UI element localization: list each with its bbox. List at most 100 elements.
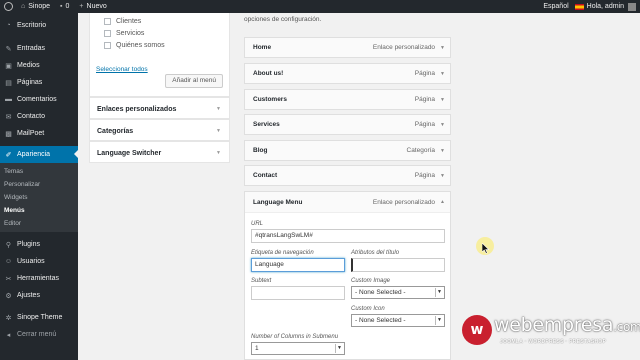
admin-sidebar: ◔ Escritorio ✎ Entradas ▣ Medios ▤ Páginas ▬… [0, 13, 78, 360]
page-option[interactable]: Servicios [90, 27, 229, 39]
page-option[interactable]: Quiénes somos [90, 39, 229, 51]
sidebar-item-label: Ajustes [17, 292, 40, 299]
accordion-custom-links[interactable]: Enlaces personalizados ▼ [89, 97, 230, 119]
sidebar-item-users[interactable]: ☺ Usuarios [0, 253, 78, 270]
wordpress-logo-icon[interactable] [4, 2, 13, 11]
sidebar-item-tools[interactable]: ✂ Herramientas [0, 270, 78, 287]
menu-item-customers[interactable]: Customers Página ▼ [244, 89, 451, 110]
accordion-categories[interactable]: Categorías ▼ [89, 119, 230, 141]
sidebar-item-sinope-theme[interactable]: ✲ Sinope Theme [0, 309, 78, 326]
caret-down-icon[interactable]: ▼ [440, 45, 445, 51]
subtext-field[interactable] [251, 286, 345, 300]
submenu-item-widgets[interactable]: Widgets [0, 191, 78, 204]
collapse-icon: ◂ [6, 331, 11, 339]
submenu-item-customize[interactable]: Personalizar [0, 178, 78, 191]
page-option[interactable]: Clientes [90, 15, 229, 27]
avatar[interactable] [628, 2, 636, 11]
sidebar-item-label: Cerrar menú [17, 331, 57, 338]
sidebar-item-contact[interactable]: ✉ Contacto [0, 108, 78, 125]
submenu-item-themes[interactable]: Temas [0, 165, 78, 178]
caret-down-icon: ▼ [216, 106, 221, 112]
caret-down-icon[interactable]: ▼ [440, 97, 445, 103]
appearance-submenu: Temas Personalizar Widgets Menús Editor [0, 163, 78, 232]
page-checkbox[interactable] [104, 41, 111, 49]
accordion-title: Categorías [97, 127, 134, 135]
brush-icon: ✐ [5, 151, 12, 159]
select-arrow-icon: ▼ [435, 316, 443, 325]
sidebar-item-plugins[interactable]: ⚲ Plugins [0, 236, 78, 253]
settings-icon: ⚙ [5, 292, 12, 300]
navigation-label-label: Etiqueta de navegación [251, 250, 314, 256]
menu-item-type: Enlace personalizado [372, 198, 436, 206]
page-option-label: Servicios [116, 29, 145, 37]
sidebar-item-posts[interactable]: ✎ Entradas [0, 40, 78, 57]
users-icon: ☺ [4, 258, 13, 265]
menu-item-contact[interactable]: Contact Página ▼ [244, 165, 451, 186]
url-label: URL [251, 221, 264, 227]
caret-down-icon[interactable]: ▼ [440, 148, 445, 154]
accordion-language-switcher[interactable]: Language Switcher ▼ [89, 141, 230, 163]
page-checkbox[interactable] [104, 29, 111, 37]
menu-structure-description: opciones de configuración. [244, 16, 322, 23]
media-icon: ▣ [5, 62, 12, 70]
submenu-columns-label: Number of Columns in Submenu [251, 334, 339, 340]
url-field[interactable]: #qtransLangSwLM# [251, 229, 445, 243]
caret-up-icon[interactable]: ▲ [440, 199, 445, 205]
spain-flag-icon[interactable] [574, 3, 584, 10]
sidebar-item-label: Escritorio [17, 22, 47, 29]
caret-down-icon[interactable]: ▼ [440, 71, 445, 77]
comments-link[interactable]: ▪ 0 [60, 3, 69, 10]
custom-image-select[interactable]: - None Selected - ▼ [351, 286, 445, 299]
submenu-item-menus[interactable]: Menús [0, 204, 78, 217]
site-name: Sinope [28, 3, 51, 10]
site-name-link[interactable]: ⌂ Sinope [21, 3, 50, 10]
menu-item-about[interactable]: About us! Página ▼ [244, 63, 451, 84]
menu-item-services[interactable]: Services Página ▼ [244, 114, 451, 135]
menu-item-type: Página [414, 70, 436, 77]
submenu-columns-value: 1 [255, 345, 259, 352]
sidebar-item-media[interactable]: ▣ Medios [0, 57, 78, 74]
account-greeting[interactable]: Hola, admin [587, 3, 624, 10]
select-all-link[interactable]: Seleccionar todos [96, 66, 148, 73]
menu-item-type: Enlace personalizado [372, 44, 436, 51]
select-arrow-icon: ▼ [435, 288, 443, 297]
menu-item-title: Language Menu [253, 198, 303, 206]
menu-item-title: Customers [253, 96, 287, 103]
submenu-columns-select[interactable]: 1 ▼ [251, 342, 345, 355]
sidebar-item-pages[interactable]: ▤ Páginas [0, 74, 78, 91]
custom-image-value: - None Selected - [355, 289, 406, 296]
menu-item-language-menu: Language Menu Enlace personalizado ▲ URL… [244, 191, 451, 360]
sidebar-item-label: Usuarios [17, 258, 45, 265]
home-icon: ⌂ [21, 3, 26, 10]
sidebar-item-settings[interactable]: ⚙ Ajustes [0, 287, 78, 304]
menu-item-home[interactable]: Home Enlace personalizado ▼ [244, 37, 451, 58]
sidebar-item-dashboard[interactable]: ◔ Escritorio [0, 17, 78, 34]
caret-down-icon[interactable]: ▼ [440, 122, 445, 128]
page-option-label: Quiénes somos [116, 41, 165, 49]
language-link[interactable]: Español [543, 3, 568, 10]
sidebar-item-appearance[interactable]: ✐ Apariencia [0, 146, 78, 163]
navigation-label-field[interactable]: Language [251, 258, 345, 272]
submenu-item-editor[interactable]: Editor [0, 217, 78, 230]
sidebar-item-comments[interactable]: ▬ Comentarios [0, 91, 78, 108]
custom-icon-select[interactable]: - None Selected - ▼ [351, 314, 445, 327]
custom-image-label: Custom Image [351, 278, 391, 284]
menu-item-header[interactable]: Language Menu Enlace personalizado ▲ [245, 192, 450, 213]
comment-bubble-icon: ▪ [60, 3, 63, 10]
admin-bar: ⌂ Sinope ▪ 0 + Nuevo Español Hola, admin [0, 0, 640, 13]
page-checkbox[interactable] [104, 17, 111, 25]
menu-item-title: About us! [253, 70, 284, 77]
sidebar-item-label: Contacto [17, 113, 46, 120]
add-to-menu-button[interactable]: Añadir al menú [165, 74, 223, 88]
tools-icon: ✂ [5, 275, 12, 283]
caret-down-icon[interactable]: ▼ [440, 173, 445, 179]
pages-panel: Clientes Servicios Quiénes somos Selecci… [89, 13, 230, 97]
webempresa-watermark: w webempresa.com JOOMLA · WORDPRESS · PR… [460, 313, 640, 353]
new-content-link[interactable]: + Nuevo [79, 3, 106, 10]
title-attribute-field[interactable] [351, 258, 445, 272]
menu-item-blog[interactable]: Blog Categoría ▼ [244, 140, 451, 161]
caret-down-icon: ▼ [216, 150, 221, 156]
sidebar-item-mailpoet[interactable]: ▩ MailPoet [0, 125, 78, 142]
menu-item-type: Categoría [406, 147, 436, 154]
collapse-menu-button[interactable]: ◂ Cerrar menú [0, 326, 78, 343]
